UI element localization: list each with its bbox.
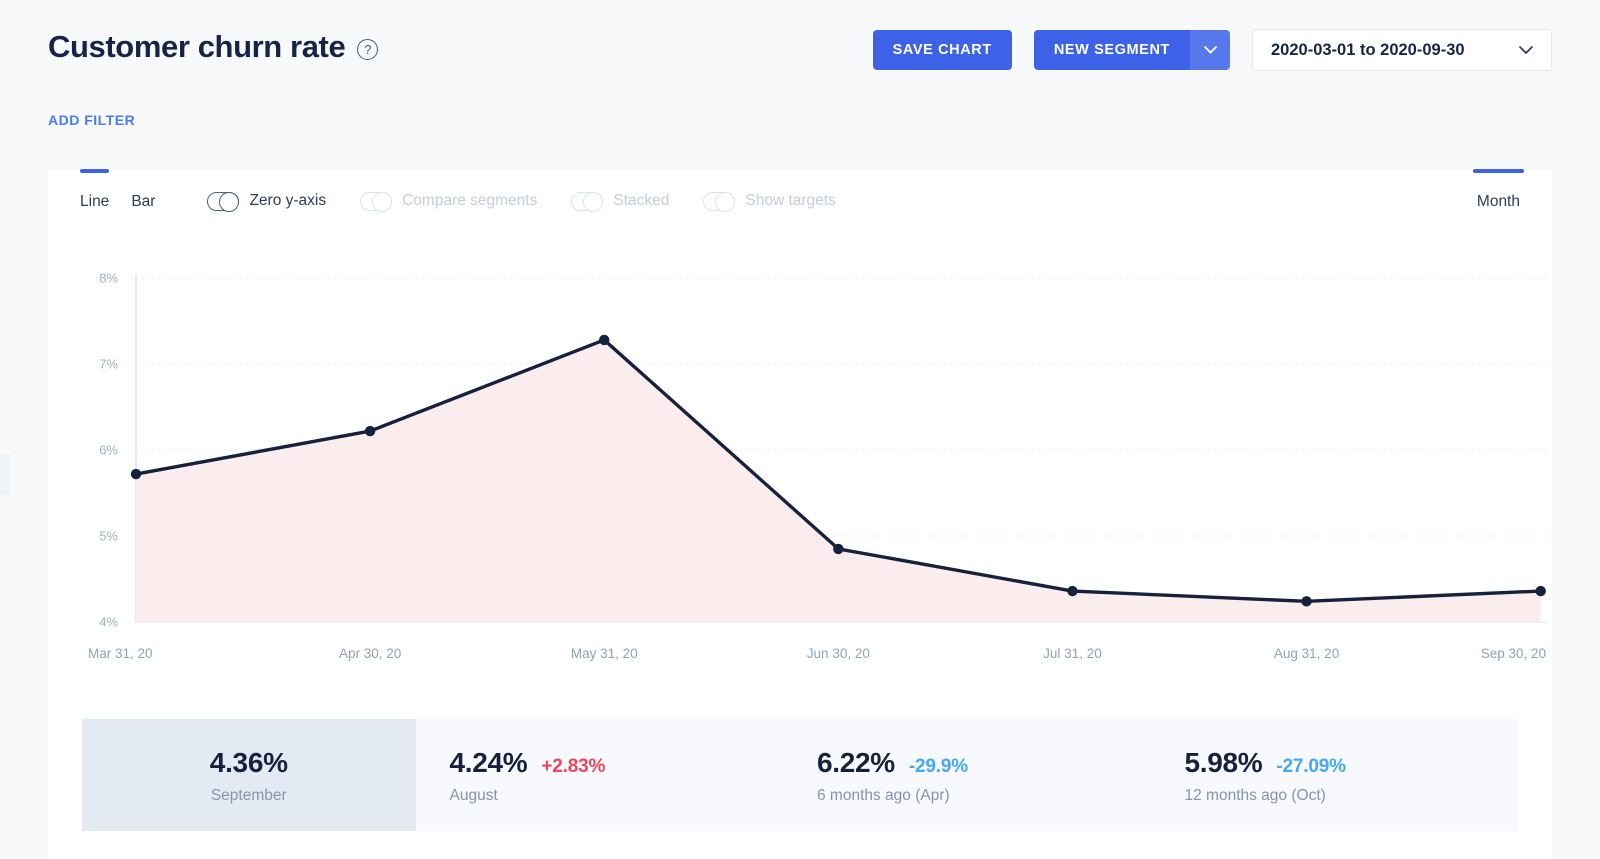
toggle-label: Compare segments (402, 192, 538, 209)
x-axis-tick: Aug 31, 20 (1273, 646, 1340, 661)
summary-label: 12 months ago (Oct) (1184, 787, 1326, 804)
granularity-tabs: Month (1472, 169, 1525, 232)
summary-label: September (210, 787, 287, 804)
chart-type-tabs: Line Bar (80, 169, 155, 211)
summary-card[interactable]: 6.22% -29.9% 6 months ago (Apr) (783, 719, 1151, 831)
summary-value: 4.24% (449, 747, 528, 778)
x-axis-tick: May 31, 20 (570, 646, 638, 661)
x-axis-tick: Sep 30, 20 (1480, 646, 1546, 661)
page-header: Customer churn rate ? SAVE CHART NEW SEG… (0, 0, 1600, 128)
y-axis-tick: 7% (99, 356, 118, 372)
toggle-show-targets: Show targets (703, 191, 836, 212)
chart-card: Line Bar Zero y-axis Compare segments St… (48, 169, 1552, 859)
summary-card[interactable]: 5.98% -27.09% 12 months ago (Oct) (1150, 719, 1518, 831)
summary-value: 6.22% (817, 747, 895, 778)
toggle-switch-icon (360, 191, 393, 212)
new-segment-dropdown-button[interactable] (1190, 30, 1230, 70)
summary-card[interactable]: 4.24% +2.83% August (415, 719, 783, 831)
left-panel-edge (0, 455, 10, 495)
tab-bar[interactable]: Bar (131, 191, 155, 211)
toggle-zero-y-axis[interactable]: Zero y-axis (207, 191, 327, 212)
date-range-label: 2020-03-01 to 2020-09-30 (1271, 40, 1465, 59)
toggle-switch-icon (703, 191, 736, 212)
date-range-selector[interactable]: 2020-03-01 to 2020-09-30 (1252, 29, 1552, 71)
summary-cards: 4.36% September 4.24% +2.83% August 6.22% -29.… (82, 719, 1518, 831)
save-chart-button[interactable]: SAVE CHART (872, 30, 1012, 70)
summary-value: 5.98% (1184, 747, 1263, 778)
summary-delta: +2.83% (541, 756, 606, 777)
new-segment-button[interactable]: NEW SEGMENT (1033, 30, 1190, 70)
summary-value: 4.36% (209, 747, 288, 778)
summary-value-row: 4.36% (210, 747, 288, 779)
chevron-down-icon (1519, 45, 1533, 54)
summary-value-row: 6.22% -29.9% (817, 747, 968, 779)
title-group: Customer churn rate ? (48, 28, 379, 66)
header-actions: SAVE CHART NEW SEGMENT 2020-03-01 to 202… (872, 29, 1552, 71)
toggle-switch-icon (207, 191, 240, 212)
new-segment-split-button: NEW SEGMENT (1033, 30, 1230, 70)
app-page: Customer churn rate ? SAVE CHART NEW SEG… (0, 0, 1600, 859)
summary-value-row: 5.98% -27.09% (1185, 747, 1346, 779)
summary-value-row: 4.24% +2.83% (450, 747, 606, 779)
chart-plot-area: 8% 7% 6% 5% 4% Mar 31, 20 Apr 30, 20 May 31, 2… (48, 232, 1552, 662)
add-filter-button[interactable]: ADD FILTER (48, 112, 135, 128)
x-axis-tick: Mar 31, 20 (88, 646, 153, 661)
y-axis-tick: 8% (99, 270, 118, 286)
toggle-label: Show targets (745, 192, 836, 209)
x-axis-tick: Jun 30, 20 (806, 646, 870, 661)
chart-toolbar: Line Bar Zero y-axis Compare segments St… (48, 169, 1552, 232)
summary-delta: -27.09% (1276, 756, 1346, 777)
toggle-compare-segments: Compare segments (360, 191, 538, 212)
y-axis-tick: 5% (99, 528, 118, 544)
help-circle-icon[interactable]: ? (357, 39, 379, 60)
summary-label: August (449, 787, 498, 804)
line-chart (130, 274, 1546, 623)
chevron-down-icon (1203, 46, 1217, 54)
toggle-label: Stacked (613, 192, 670, 209)
summary-card[interactable]: 4.36% September (82, 719, 416, 831)
x-axis-tick: Jul 31, 20 (1043, 646, 1102, 661)
tab-line[interactable]: Line (80, 169, 110, 211)
toggle-stacked: Stacked (571, 191, 670, 212)
toggle-label: Zero y-axis (249, 192, 327, 209)
x-axis-tick: Apr 30, 20 (338, 646, 402, 661)
toggle-switch-icon (571, 191, 604, 212)
y-axis-tick: 6% (99, 442, 118, 458)
page-title: Customer churn rate (48, 29, 346, 64)
y-axis-tick: 4% (99, 614, 118, 630)
summary-delta: -29.9% (908, 756, 968, 777)
tab-month[interactable]: Month (1472, 169, 1525, 211)
chart-option-toggles: Zero y-axis Compare segments Stacked Sho… (207, 191, 836, 212)
summary-label: 6 months ago (Apr) (817, 787, 950, 804)
